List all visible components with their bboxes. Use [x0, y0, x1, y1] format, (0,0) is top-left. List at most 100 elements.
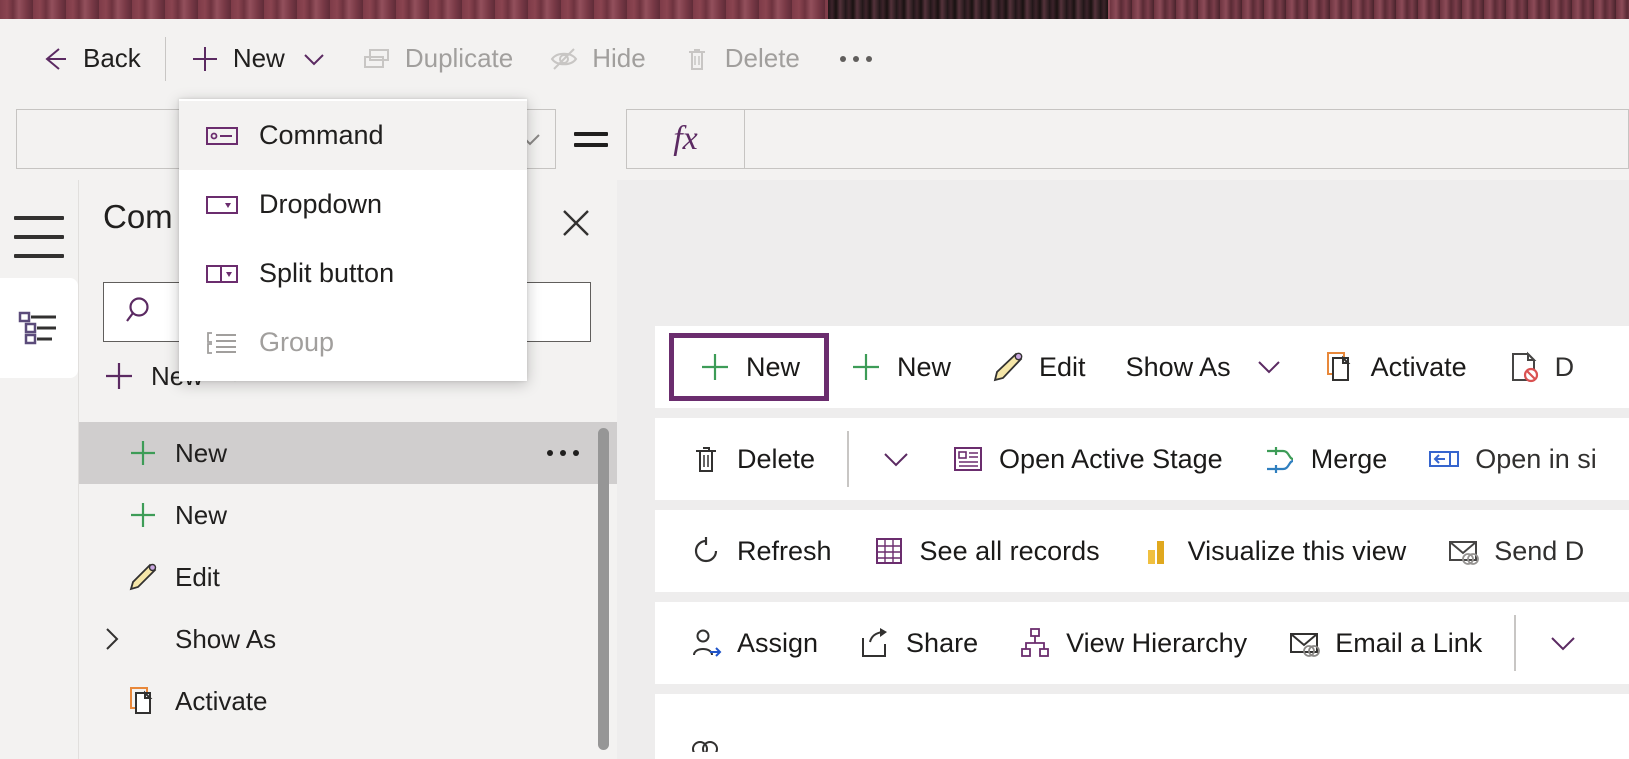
- plus-icon: [127, 499, 159, 531]
- mail-link-icon: [1446, 534, 1480, 568]
- button-label: Delete: [737, 443, 816, 474]
- close-icon[interactable]: [555, 202, 597, 244]
- button-label: View Hierarchy: [1066, 627, 1248, 658]
- canvas-refresh-button[interactable]: Refresh: [669, 517, 852, 585]
- canvas-edit-button[interactable]: Edit: [971, 333, 1106, 401]
- sidebar-item-tree-view[interactable]: [0, 278, 78, 378]
- button-label: D: [1554, 351, 1575, 382]
- new-control-type-menu: Command Dropdown Split button Group: [179, 99, 527, 381]
- list-item[interactable]: Show As: [79, 608, 617, 670]
- chevron-down-icon: [1548, 633, 1578, 653]
- canvas-new-button-selected[interactable]: New: [669, 333, 830, 401]
- canvas-partial-button[interactable]: [669, 694, 743, 759]
- duplicate-icon: [362, 44, 392, 74]
- canvas-open-in-side-button[interactable]: Open in si: [1407, 425, 1617, 493]
- button-label: See all records: [919, 535, 1100, 566]
- hamburger-icon[interactable]: [14, 216, 64, 258]
- list-item[interactable]: New: [79, 484, 617, 546]
- canvas-activate-button[interactable]: Activate: [1303, 333, 1487, 401]
- list-item[interactable]: New: [79, 422, 617, 484]
- panel-scrollbar[interactable]: [598, 428, 609, 750]
- canvas-merge-button[interactable]: Merge: [1243, 425, 1408, 493]
- canvas-share-button[interactable]: Share: [838, 609, 998, 677]
- canvas-new-button[interactable]: New: [829, 333, 971, 401]
- command-icon: [205, 119, 239, 153]
- command-row-partial: [655, 694, 1629, 759]
- toolbar-overflow-button[interactable]: [818, 19, 894, 98]
- assign-person-icon: [689, 626, 723, 660]
- mail-link-icon: [1287, 626, 1321, 660]
- chevron-right-icon[interactable]: [97, 624, 127, 654]
- command-tree: New New Edit Show As Activate: [79, 422, 617, 759]
- canvas-view-hierarchy-button[interactable]: View Hierarchy: [998, 609, 1267, 677]
- formula-input[interactable]: [744, 109, 1629, 169]
- ai-builder-icon: [689, 725, 723, 759]
- dot: [573, 450, 579, 456]
- table-icon: [872, 534, 906, 568]
- button-label: Merge: [1310, 443, 1388, 474]
- split-button-icon: [205, 257, 239, 291]
- menu-item-dropdown[interactable]: Dropdown: [179, 170, 527, 239]
- deactivate-icon: [1507, 350, 1541, 384]
- list-item[interactable]: Edit: [79, 546, 617, 608]
- app-root: Back New Duplicate Hide Delete fx Com Ne…: [0, 0, 1629, 759]
- button-label: Send D: [1494, 535, 1585, 566]
- new-button[interactable]: New: [172, 19, 344, 98]
- plus-icon: [698, 350, 732, 384]
- menu-item-command[interactable]: Command: [179, 101, 527, 170]
- chevron-down-icon: [881, 449, 911, 469]
- search-icon: [122, 293, 160, 331]
- command-row: New New Edit Show As Activate D: [655, 326, 1629, 408]
- button-label: Share: [906, 627, 979, 658]
- pencil-icon: [127, 561, 159, 593]
- command-row: Delete Open Active Stage Merge Open in s…: [655, 418, 1629, 500]
- page-icon: [1323, 350, 1357, 384]
- left-rail: [0, 180, 78, 759]
- group-icon: [205, 326, 239, 360]
- canvas-send-direct-email-button[interactable]: Send D: [1426, 517, 1604, 585]
- arrow-left-icon: [40, 44, 70, 74]
- menu-item-label: Dropdown: [259, 189, 383, 219]
- canvas-visualize-this-view-button[interactable]: Visualize this view: [1120, 517, 1427, 585]
- button-label: Refresh: [737, 535, 832, 566]
- back-button[interactable]: Back: [0, 19, 159, 98]
- button-label: Open Active Stage: [999, 443, 1223, 474]
- button-label: Show As: [1125, 351, 1231, 382]
- tree-view-icon: [18, 309, 60, 347]
- canvas-delete-chevron-button[interactable]: [861, 425, 931, 493]
- command-bar-canvas: New New Edit Show As Activate D Delete O…: [617, 180, 1629, 759]
- plus-icon: [190, 44, 220, 74]
- plus-icon: [849, 350, 883, 384]
- button-label: Edit: [1039, 351, 1086, 382]
- canvas-show-as-button[interactable]: Show As: [1106, 333, 1303, 401]
- canvas-email-a-link-button[interactable]: Email a Link: [1267, 609, 1502, 677]
- trash-icon: [682, 44, 712, 74]
- trash-icon: [689, 442, 723, 476]
- canvas-row4-overflow-chevron[interactable]: [1528, 609, 1598, 677]
- menu-item-label: Group: [259, 327, 335, 357]
- button-label: Activate: [1370, 351, 1467, 382]
- duplicate-button: Duplicate: [344, 19, 531, 98]
- chevron-down-icon: [302, 51, 326, 67]
- canvas-assign-button[interactable]: Assign: [669, 609, 838, 677]
- list-item[interactable]: Activate: [79, 670, 617, 732]
- list-item-label: Edit: [175, 561, 220, 592]
- refresh-icon: [689, 534, 723, 568]
- canvas-see-all-records-button[interactable]: See all records: [852, 517, 1120, 585]
- button-label: Assign: [737, 627, 819, 658]
- merge-icon: [1263, 442, 1297, 476]
- delete-label: Delete: [724, 43, 800, 73]
- chevron-down-icon: [1255, 358, 1283, 376]
- row-overflow-button[interactable]: [547, 450, 579, 456]
- hide-label: Hide: [592, 43, 646, 73]
- share-icon: [858, 626, 892, 660]
- button-label: New: [897, 351, 952, 382]
- menu-item-split-button[interactable]: Split button: [179, 239, 527, 308]
- canvas-delete-button[interactable]: Delete: [669, 425, 835, 493]
- list-item-label: Show As: [175, 623, 277, 654]
- delete-button: Delete: [664, 19, 818, 98]
- dot: [547, 450, 553, 456]
- main-toolbar: Back New Duplicate Hide Delete: [0, 19, 1629, 98]
- canvas-deactivate-button[interactable]: D: [1487, 333, 1595, 401]
- canvas-open-active-stage-button[interactable]: Open Active Stage: [931, 425, 1243, 493]
